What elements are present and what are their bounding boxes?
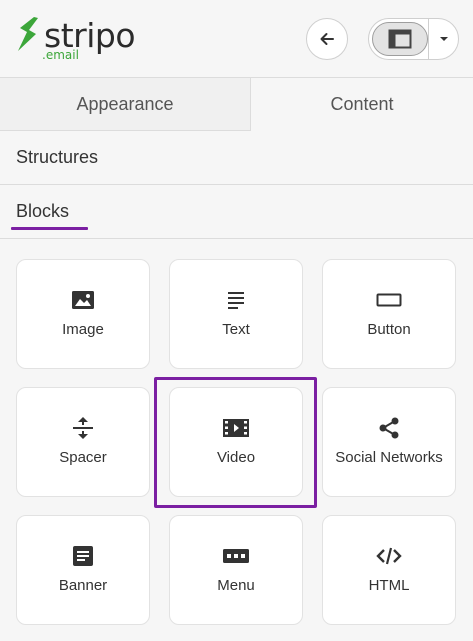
- section-blocks[interactable]: Blocks: [0, 185, 473, 239]
- logo-subtext: .email: [42, 48, 79, 62]
- view-mode-switcher: [368, 18, 459, 60]
- stripo-logo[interactable]: stripo .email: [14, 14, 154, 66]
- button-icon: [376, 293, 402, 307]
- tab-appearance[interactable]: Appearance: [0, 78, 251, 131]
- block-label: Menu: [217, 577, 255, 594]
- block-card-text[interactable]: Text: [169, 259, 303, 369]
- block-card-video[interactable]: Video: [169, 387, 303, 497]
- view-dropdown-button[interactable]: [429, 19, 458, 59]
- top-bar: stripo .email: [0, 0, 473, 78]
- block-card-spacer[interactable]: Spacer: [16, 387, 150, 497]
- video-icon: [223, 419, 249, 437]
- block-card-html[interactable]: HTML: [322, 515, 456, 625]
- tab-content[interactable]: Content: [251, 78, 473, 131]
- stripo-logo-mark-icon: [18, 17, 38, 51]
- block-label: Spacer: [59, 449, 107, 466]
- block-label: Banner: [58, 577, 108, 594]
- code-icon: [376, 547, 402, 565]
- block-label: Text: [222, 321, 250, 338]
- spacer-icon: [73, 417, 93, 439]
- block-card-social-networks[interactable]: Social Networks: [322, 387, 456, 497]
- layout-panel-icon: [388, 29, 412, 49]
- section-structures[interactable]: Structures: [0, 131, 473, 185]
- caret-down-icon: [440, 37, 448, 41]
- block-label: Button: [367, 321, 411, 338]
- block-label: HTML: [368, 577, 410, 594]
- block-card-banner[interactable]: Banner: [16, 515, 150, 625]
- block-card-button[interactable]: Button: [322, 259, 456, 369]
- banner-icon: [73, 546, 93, 566]
- back-button[interactable]: [306, 18, 348, 60]
- panel-tabs: Appearance Content: [0, 78, 473, 131]
- block-card-image[interactable]: Image: [16, 259, 150, 369]
- block-label: Video: [216, 449, 256, 466]
- block-label: Image: [62, 321, 104, 338]
- section-blocks-label: Blocks: [16, 201, 70, 221]
- arrow-left-icon: [320, 33, 334, 45]
- active-section-underline: [11, 227, 88, 230]
- block-label: Social Networks: [335, 449, 443, 466]
- share-icon: [379, 417, 399, 439]
- layout-view-button[interactable]: [372, 22, 428, 56]
- menu-icon: [223, 549, 249, 563]
- image-icon: [72, 291, 94, 309]
- section-structures-label: Structures: [16, 147, 99, 167]
- block-card-menu[interactable]: Menu: [169, 515, 303, 625]
- text-icon: [228, 292, 244, 309]
